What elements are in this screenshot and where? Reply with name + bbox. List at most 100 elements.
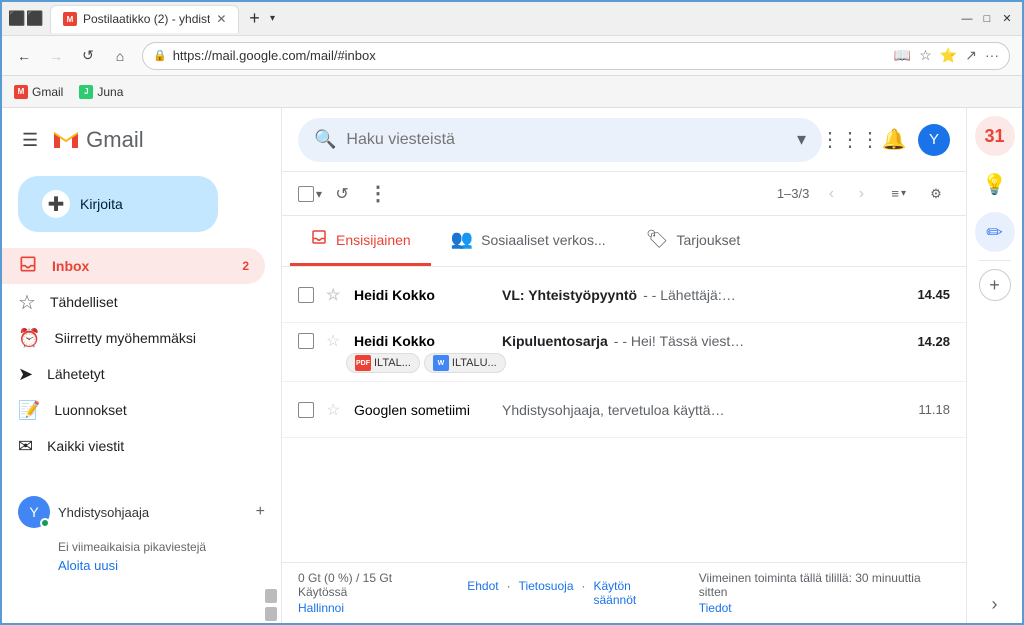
tab-forward-history[interactable]: ⬛ <box>28 12 42 26</box>
lock-icon: 🔒 <box>153 49 167 62</box>
tab-back-history[interactable]: ⬛ <box>10 12 24 26</box>
nav-all[interactable]: ✉ Kaikki viestit <box>2 428 265 464</box>
scroll-up[interactable] <box>265 589 277 603</box>
email-row[interactable]: ☆ Heidi Kokko Kipuluentosarja - - Hei! T… <box>282 323 966 382</box>
next-page-button[interactable]: › <box>847 180 875 208</box>
apps-icon[interactable]: ⋮⋮⋮ <box>830 120 870 160</box>
privacy-link[interactable]: Tietosuoja <box>519 579 574 607</box>
back-button[interactable]: ← <box>10 42 38 70</box>
more-actions-button[interactable]: ⋮ <box>362 178 394 210</box>
gmail-logo: Gmail <box>50 124 143 156</box>
calendar-panel-icon[interactable]: 31 <box>975 116 1015 156</box>
search-input[interactable] <box>346 131 787 149</box>
email-subject: VL: Yhteistyöpyyntö <box>502 287 637 303</box>
search-dropdown-icon[interactable]: ▾ <box>797 129 806 150</box>
compose-button[interactable]: ✚ Kirjoita <box>18 176 218 232</box>
hamburger-menu[interactable]: ☰ <box>18 126 42 155</box>
add-user-button[interactable]: + <box>256 503 265 521</box>
close-button[interactable]: ✕ <box>1000 12 1014 26</box>
search-box[interactable]: 🔍 ▾ <box>298 118 822 162</box>
chat-icons: 👤 💬 📞 <box>2 621 281 623</box>
notifications-icon[interactable]: 🔔 <box>874 120 914 160</box>
email-row[interactable]: ☆ Googlen sometiimi Yhdistysohjaaja, ter… <box>282 382 966 438</box>
calendar-icon: 31 <box>984 126 1004 147</box>
home-button[interactable]: ⌂ <box>106 42 134 70</box>
collections-icon[interactable]: ⭐ <box>940 47 957 64</box>
tab-dropdown-button[interactable]: ▾ <box>265 12 279 26</box>
start-new-chat[interactable]: Aloita uusi <box>18 558 265 573</box>
nav-drafts[interactable]: 📝 Luonnokset <box>2 392 265 428</box>
more-icon[interactable]: ··· <box>985 47 999 64</box>
density-dropdown-icon: ▾ <box>901 188 906 199</box>
inbox-count: 2 <box>242 259 249 273</box>
nav-snoozed[interactable]: ⏰ Siirretty myöhemmäksi <box>2 320 265 356</box>
select-dropdown-icon[interactable]: ▾ <box>316 187 322 201</box>
refresh-button[interactable]: ↺ <box>74 42 102 70</box>
doc-icon: W <box>433 355 449 371</box>
add-app-button[interactable]: + <box>979 269 1011 301</box>
forward-button[interactable]: → <box>42 42 70 70</box>
promotions-tab-icon: 🏷 <box>646 229 669 250</box>
tab-primary[interactable]: Ensisijainen <box>290 216 431 266</box>
checkbox-icon[interactable] <box>298 186 314 202</box>
storage-text: 0 Gt (0 %) / 15 Gt Käytössä <box>298 571 443 599</box>
terms-of-use-link[interactable]: Käytön säännöt <box>594 579 675 607</box>
minimize-button[interactable]: — <box>960 12 974 26</box>
new-tab-button[interactable]: + <box>247 12 261 26</box>
expand-panel-button[interactable]: › <box>992 594 998 615</box>
star-button[interactable]: ☆ <box>326 400 346 420</box>
prev-page-button[interactable]: ‹ <box>817 180 845 208</box>
tab-close-button[interactable]: ✕ <box>216 12 226 26</box>
scroll-down[interactable] <box>265 607 277 621</box>
reader-icon[interactable]: 📖 <box>894 47 911 64</box>
attachment-doc[interactable]: W ILTALU... <box>424 353 506 373</box>
activity-section: Viimeinen toiminta tällä tilillä: 30 min… <box>699 571 950 615</box>
favorites-icon[interactable]: ☆ <box>919 47 932 64</box>
links-section: Ehdot · Tietosuoja · Käytön säännöt <box>467 579 675 607</box>
tasks-panel-icon[interactable]: ✏ <box>975 212 1015 252</box>
tab-promotions[interactable]: 🏷 Tarjoukset <box>626 216 761 266</box>
nav-starred[interactable]: ☆ Tähdelliset <box>2 284 265 320</box>
tab-social-label: Sosiaaliset verkos... <box>481 232 606 248</box>
maximize-button[interactable]: □ <box>980 12 994 26</box>
select-all-checkbox[interactable]: ▾ <box>298 186 322 202</box>
star-button[interactable]: ☆ <box>326 331 346 351</box>
attachment-pdf[interactable]: PDF ILTAL... <box>346 353 420 373</box>
tab-bar: ⬛ ⬛ M Postilaatikko (2) - yhdist ✕ + ▾ <box>10 5 944 33</box>
nav-bar: ← → ↺ ⌂ 🔒 https://mail.google.com/mail/#… <box>2 36 1022 76</box>
share-icon[interactable]: ↗ <box>965 47 977 64</box>
user-profile-button[interactable]: Y <box>918 124 950 156</box>
checkbox-icon[interactable] <box>298 333 314 349</box>
email-time: 11.18 <box>900 402 950 417</box>
bookmark-gmail[interactable]: M Gmail <box>14 85 63 99</box>
email-sender: Heidi Kokko <box>354 287 494 303</box>
bookmark-juna[interactable]: J Juna <box>79 85 123 99</box>
primary-tab-icon <box>310 228 328 251</box>
email-checkbox[interactable] <box>298 402 318 418</box>
user-item[interactable]: Y Yhdistysohjaaja + <box>18 488 265 536</box>
details-link[interactable]: Tiedot <box>699 601 950 615</box>
nav-sent-label: Lähetetyt <box>47 366 105 382</box>
email-checkbox[interactable] <box>298 333 318 349</box>
bulb-panel-icon[interactable]: 💡 <box>975 164 1015 204</box>
nav-inbox[interactable]: Inbox 2 <box>2 248 265 284</box>
terms-link[interactable]: Ehdot <box>467 579 498 607</box>
pdf-icon: PDF <box>355 355 371 371</box>
email-row[interactable]: ☆ Heidi Kokko VL: Yhteistyöpyyntö - - Lä… <box>282 267 966 323</box>
address-bar[interactable]: 🔒 https://mail.google.com/mail/#inbox 📖 … <box>142 42 1010 70</box>
tab-social[interactable]: 👥 Sosiaaliset verkos... <box>431 216 626 266</box>
checkbox-icon[interactable] <box>298 402 314 418</box>
nav-sent[interactable]: ➤ Lähetetyt <box>2 356 265 392</box>
manage-link[interactable]: Hallinnoi <box>298 601 443 615</box>
email-checkbox[interactable] <box>298 287 318 303</box>
density-button[interactable]: ≡ ▾ <box>883 182 914 205</box>
browser-frame: ⬛ ⬛ M Postilaatikko (2) - yhdist ✕ + ▾ —… <box>0 0 1024 625</box>
star-button[interactable]: ☆ <box>326 285 346 305</box>
refresh-button[interactable]: ↺ <box>326 178 358 210</box>
user-avatar: Y <box>18 496 50 528</box>
settings-button[interactable]: ⚙ <box>922 180 950 208</box>
checkbox-icon[interactable] <box>298 287 314 303</box>
browser-tab[interactable]: M Postilaatikko (2) - yhdist ✕ <box>50 5 239 33</box>
snoozed-icon: ⏰ <box>18 328 40 349</box>
page-count: 1–3/3 <box>777 186 810 201</box>
